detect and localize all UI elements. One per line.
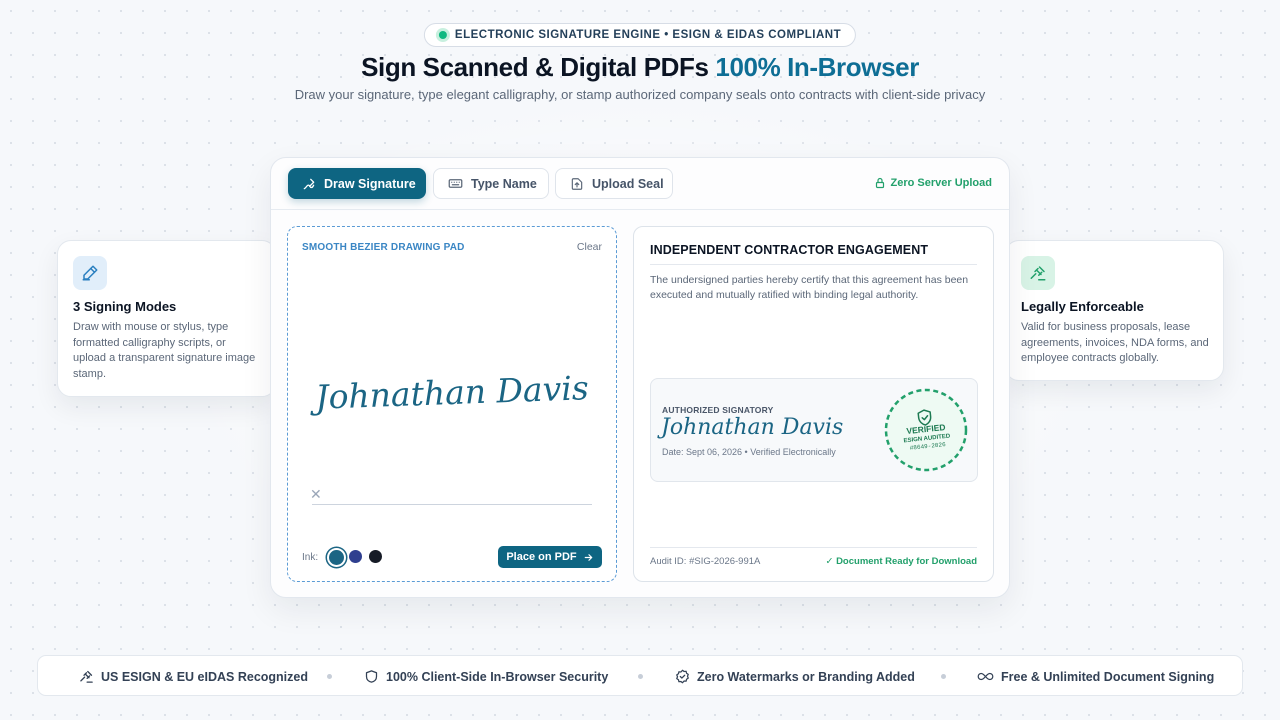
drawn-signature: Johnathan Davis	[314, 368, 590, 417]
pad-title: SMOOTH BEZIER DRAWING PAD	[302, 242, 465, 253]
separator-dot	[327, 674, 332, 679]
separator-dot	[941, 674, 946, 679]
placed-signature: Johnathan Davis	[661, 415, 844, 440]
page-title-main: Sign Scanned & Digital PDFs	[361, 52, 716, 82]
signature-workspace: Draw Signature Type Name Upload Seal Zer…	[270, 157, 1010, 598]
trust-bar: US ESIGN & EU eIDAS Recognized 100% Clie…	[37, 655, 1243, 696]
place-button-label: Place on PDF	[506, 551, 577, 563]
badge-check-icon	[676, 669, 689, 684]
status-dot	[438, 31, 447, 39]
clear-button[interactable]: Clear	[577, 241, 602, 253]
page-title: Sign Scanned & Digital PDFs 100% In-Brow…	[0, 52, 1280, 83]
gavel-icon	[80, 670, 93, 683]
tab-label: Type Name	[471, 176, 537, 191]
feature-card-signing-modes: 3 Signing Modes Draw with mouse or stylu…	[57, 240, 276, 397]
tab-label: Upload Seal	[592, 176, 664, 191]
infinity-icon	[977, 672, 994, 681]
trust-label: Zero Watermarks or Branding Added	[697, 669, 915, 684]
lock-icon	[875, 177, 884, 189]
arrow-right-icon	[584, 553, 592, 561]
document-preview: INDEPENDENT CONTRACTOR ENGAGEMENT The un…	[633, 226, 994, 582]
baseline-mark-icon: ✕	[310, 486, 322, 502]
pen-icon	[303, 178, 315, 189]
tab-type-name[interactable]: Type Name	[433, 168, 549, 199]
signatory-label: AUTHORIZED SIGNATORY	[662, 405, 774, 415]
trust-item-no-watermarks: Zero Watermarks or Branding Added	[675, 656, 915, 697]
signature-meta: Date: Sept 06, 2026 • Verified Electroni…	[662, 447, 836, 457]
zero-upload-indicator: Zero Server Upload	[874, 177, 992, 189]
document-title: INDEPENDENT CONTRACTOR ENGAGEMENT	[650, 243, 929, 257]
feature-text: Valid for business proposals, lease agre…	[1021, 321, 1209, 364]
ink-swatch-black[interactable]	[369, 550, 382, 563]
feature-text: Draw with mouse or stylus, type formatte…	[73, 321, 256, 380]
trust-item-unlimited: Free & Unlimited Document Signing	[977, 656, 1214, 697]
divider	[650, 547, 977, 548]
ready-status: ✓ Document Ready for Download	[825, 556, 977, 567]
upload-file-icon	[571, 177, 583, 190]
trust-label: 100% Client-Side In-Browser Security	[386, 669, 609, 684]
drawing-pad[interactable]: SMOOTH BEZIER DRAWING PAD Clear Johnatha…	[287, 226, 617, 582]
mode-tabs: Draw Signature Type Name Upload Seal Zer…	[271, 158, 1009, 210]
trust-item-security: 100% Client-Side In-Browser Security	[364, 656, 608, 697]
page-subtitle: Draw your signature, type elegant callig…	[294, 87, 986, 102]
signature-baseline	[312, 504, 592, 505]
pen-edit-icon	[73, 256, 107, 290]
hero-badge: ELECTRONIC SIGNATURE ENGINE • ESIGN & EI…	[423, 23, 857, 47]
keyboard-icon	[448, 179, 463, 188]
trust-label: Free & Unlimited Document Signing	[1001, 669, 1215, 684]
feature-card-legally-enforceable: Legally Enforceable Valid for business p…	[1005, 240, 1224, 381]
ink-swatch-teal[interactable]	[329, 550, 344, 565]
shield-icon	[365, 670, 378, 683]
ink-swatch-navy[interactable]	[349, 550, 362, 563]
trust-item-esign: US ESIGN & EU eIDAS Recognized	[79, 656, 308, 697]
divider	[650, 264, 977, 265]
page-title-accent: 100% In-Browser	[715, 52, 919, 82]
audit-id: Audit ID: #SIG-2026-991A	[650, 556, 761, 567]
feature-title: Legally Enforceable	[1021, 299, 1144, 314]
trust-label: US ESIGN & EU eIDAS Recognized	[101, 669, 308, 684]
tab-label: Draw Signature	[324, 176, 416, 191]
tab-upload-seal[interactable]: Upload Seal	[555, 168, 673, 199]
signature-block[interactable]: AUTHORIZED SIGNATORY Johnathan Davis Dat…	[650, 378, 978, 482]
tab-draw-signature[interactable]: Draw Signature	[288, 168, 426, 199]
verified-seal-stamp: VERIFIED ESIGN AUDITED #8649-2026	[884, 388, 968, 472]
badge-text: ELECTRONIC SIGNATURE ENGINE • ESIGN & EI…	[454, 29, 842, 41]
place-on-pdf-button[interactable]: Place on PDF	[498, 546, 602, 568]
document-body: The undersigned parties hereby certify t…	[650, 274, 969, 301]
ink-label: Ink:	[302, 552, 319, 563]
zero-upload-label: Zero Server Upload	[890, 177, 992, 189]
feature-title: 3 Signing Modes	[73, 299, 177, 314]
separator-dot	[638, 674, 643, 679]
gavel-icon	[1021, 256, 1055, 290]
